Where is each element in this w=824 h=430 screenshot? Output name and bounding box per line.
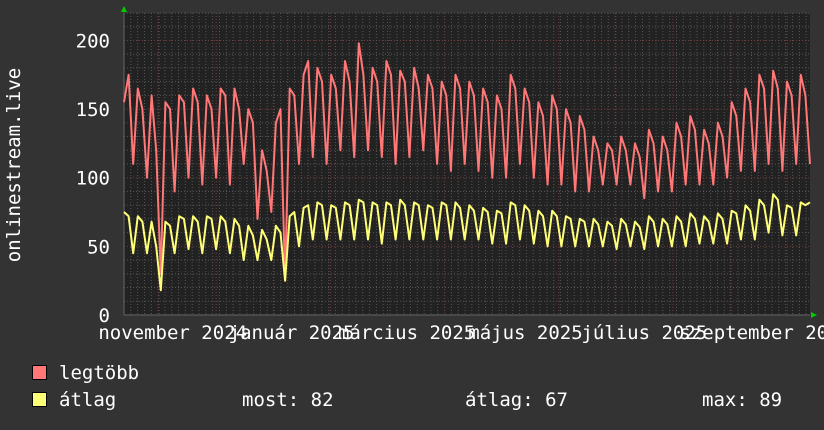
x-tick-label: március 2025	[338, 322, 475, 344]
x-tick-label: november 2024	[98, 322, 247, 344]
legend-item-avg: átlag	[32, 389, 116, 411]
legend-swatch-avg	[32, 392, 47, 407]
y-axis-label: onlinestream.live	[3, 68, 25, 262]
legend-label-avg: átlag	[59, 389, 117, 411]
x-axis-arrow-icon	[811, 312, 817, 318]
stat-average: átlag: 67	[465, 389, 568, 411]
y-tick-label: 150	[76, 99, 110, 121]
stat-now: most: 82	[242, 389, 334, 411]
legend-swatch-max	[32, 365, 47, 380]
y-tick-label: 50	[87, 236, 110, 258]
x-ticks: november 2024január 2025március 2025máju…	[98, 322, 824, 344]
stat-max: max: 89	[702, 389, 783, 411]
x-tick-label: január 2025	[229, 322, 355, 344]
x-tick-label: szeptember 2025	[679, 322, 824, 344]
legend-item-max: legtöbb	[32, 362, 139, 384]
y-tick-label: 100	[76, 168, 110, 190]
y-axis-arrow-icon	[121, 6, 127, 12]
x-tick-label: május 2025	[468, 322, 582, 344]
legend-label-max: legtöbb	[59, 362, 140, 384]
y-ticks: 050100150200	[76, 30, 110, 327]
y-tick-label: 200	[76, 30, 110, 52]
